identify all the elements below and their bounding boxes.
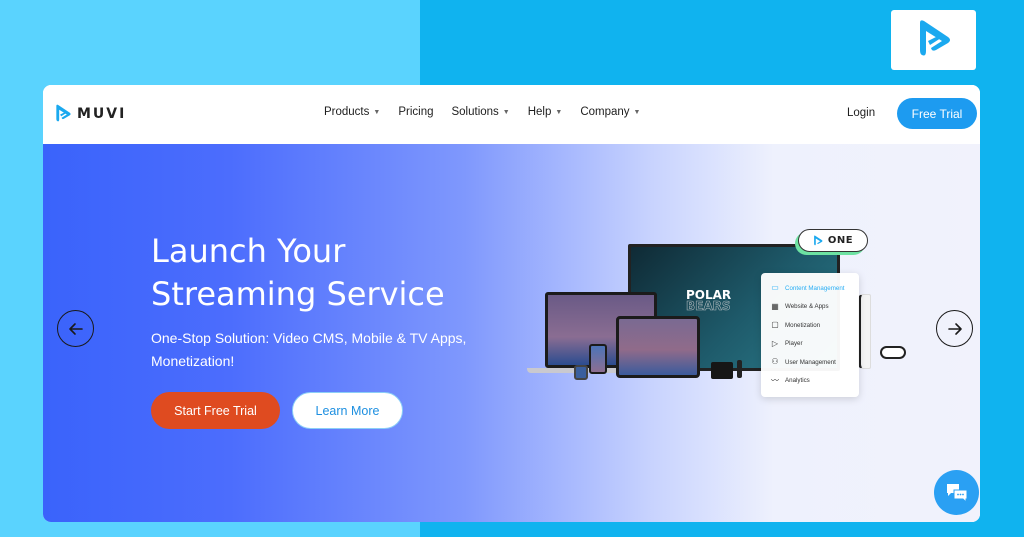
gamepad-mockup [880,346,906,359]
nav-item-label: Products [324,106,370,118]
game-console-mockup [858,294,871,369]
logo[interactable]: MUVI [54,104,126,124]
feature-content-management: ▭ Content Management [771,279,859,298]
document-icon: ▭ [771,283,779,293]
login-link[interactable]: Login [847,107,875,119]
brand-badge [891,10,976,70]
arrow-right-icon [947,322,962,335]
hero-headline: Launch Your Streaming Service [151,230,445,316]
headline-line-1: Launch Your [151,232,346,270]
main-menu: Products ▼ Pricing Solutions ▼ Help ▼ Co… [324,106,640,118]
tablet-mockup [616,316,700,378]
smartwatch-mockup [574,365,588,380]
caret-down-icon: ▼ [373,108,381,116]
feature-user-management: ⚇ User Management [771,353,859,372]
grid-icon: ▦ [771,301,779,311]
nav-item-company[interactable]: Company ▼ [580,106,640,118]
phone-mockup [589,344,607,374]
muvi-logo-icon [814,235,823,245]
caret-down-icon: ▼ [555,108,563,116]
nav-item-pricing[interactable]: Pricing [398,106,433,118]
carousel-next-button[interactable] [936,310,973,347]
website-card: MUVI Products ▼ Pricing Solutions ▼ Help… [43,85,980,522]
hero-banner: Launch Your Streaming Service One-Stop S… [43,144,980,522]
free-trial-button[interactable]: Free Trial [897,98,977,129]
feature-website-apps: ▦ Website & Apps [771,298,859,317]
nav-item-label: Pricing [398,106,434,118]
hero-subline: One-Stop Solution: Video CMS, Mobile & T… [151,330,467,369]
caret-down-icon: ▼ [633,108,641,116]
wallet-icon: ▢ [771,320,779,330]
remote-mockup [737,360,742,378]
feature-label: User Management [785,358,836,366]
chart-line-icon: 〰 [771,375,779,385]
chat-button[interactable] [934,470,979,515]
start-free-trial-button[interactable]: Start Free Trial [151,392,280,429]
logo-text: MUVI [77,106,127,122]
headline-line-2: Streaming Service [151,275,445,313]
feature-label: Player [785,340,803,348]
feature-monetization: ▢ Monetization [771,316,859,335]
chat-bubbles-icon [946,483,967,503]
nav-item-label: Solutions [451,106,499,118]
nav-item-help[interactable]: Help ▼ [528,106,563,118]
caret-down-icon: ▼ [502,108,510,116]
feature-label: Analytics [785,377,810,385]
arrow-left-icon [68,322,83,335]
carousel-prev-button[interactable] [57,310,94,347]
feature-panel: ▭ Content Management ▦ Website & Apps ▢ … [761,273,859,397]
muvi-one-badge: ONE [798,229,868,252]
feature-player: ▷ Player [771,335,859,354]
nav-item-label: Help [527,106,552,118]
one-badge-text: ONE [827,235,854,246]
muvi-logo-icon [56,104,71,122]
user-icon: ⚇ [771,357,779,367]
set-top-box-mockup [711,362,733,379]
learn-more-button[interactable]: Learn More [292,392,403,429]
nav-item-products[interactable]: Products ▼ [324,106,380,118]
tv-show-title: POLAR BEARS [686,289,731,313]
muvi-logo-icon [919,20,950,56]
feature-label: Monetization [785,321,821,329]
tv-title-line-2: BEARS [686,299,731,313]
play-icon: ▷ [771,338,779,348]
feature-label: Website & Apps [785,303,829,311]
nav-item-label: Company [580,106,630,118]
feature-analytics: 〰 Analytics [771,372,859,391]
feature-label: Content Management [785,284,845,292]
top-nav: MUVI Products ▼ Pricing Solutions ▼ Help… [43,85,980,144]
nav-item-solutions[interactable]: Solutions ▼ [451,106,509,118]
